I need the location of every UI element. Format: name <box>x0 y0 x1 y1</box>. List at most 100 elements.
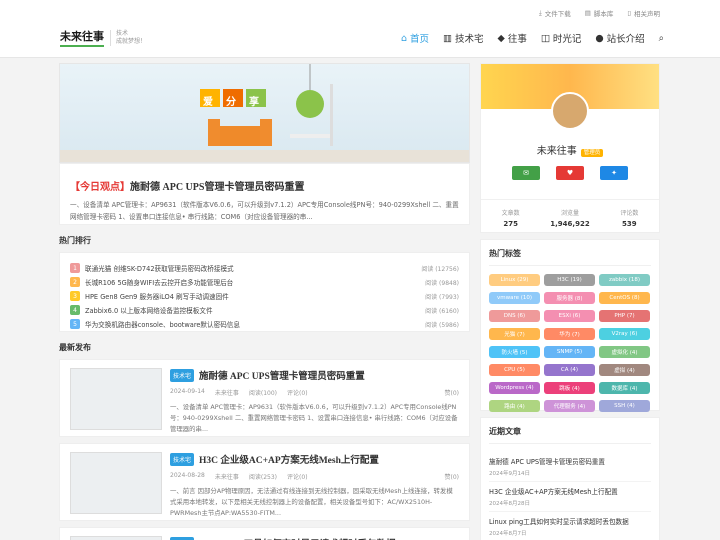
recent-item[interactable]: Linux ping工具如何实时显示请求超时丢包数据 2024年8月7日 <box>489 512 651 540</box>
profile-card: 未来往事 管理员 ✉ ♥ ✦ 文章数 275 浏览量 1,946,922 评论数 539 <box>480 63 660 233</box>
latest-posts: 技术宅 施耐德 APC UPS管理卡管理员密码重置 2024-09-14 未来往事阅… <box>59 359 470 540</box>
tag-chip[interactable]: CentOS (8) <box>599 292 650 304</box>
tag-chip[interactable]: Wordpress (4) <box>489 382 540 394</box>
nav-tech[interactable]: ▥ 技术宅 <box>443 31 484 46</box>
top-bar: ⤓ 文件下载 ▤ 脚本库 ▯ 相关声明 未来往事 技术 成就梦想！ ⌂ 首页 ▥ 技术宅 ◆… <box>0 0 720 58</box>
post-date: 2024-08-28 <box>170 472 205 479</box>
recent-item-title: Linux ping工具如何实时显示请求超时丢包数据 <box>489 518 629 526</box>
hot-item-title: Zabbix6.0 以上版本网络设备监控模板文件 <box>85 307 213 315</box>
top-links: ⤓ 文件下载 ▤ 脚本库 ▯ 相关声明 <box>538 8 660 19</box>
tag-chip[interactable]: zabbix (18) <box>599 274 650 286</box>
post-date: 2024-09-14 <box>170 388 205 395</box>
top-link-scripts[interactable]: ▤ 脚本库 <box>585 8 614 18</box>
tag-chip[interactable]: 防火墙 (5) <box>489 346 540 358</box>
tag-chip[interactable]: vmware (10) <box>489 292 540 304</box>
post-category-badge[interactable]: 技术宅 <box>170 452 195 466</box>
nav-home[interactable]: ⌂ 首页 <box>400 31 429 46</box>
post-thumbnail[interactable] <box>70 452 162 514</box>
banner-image[interactable]: 爱 分 享 <box>59 63 470 163</box>
banner-char-1: 爱 <box>203 97 213 108</box>
recent-item[interactable]: H3C 企业级AC+AP方案无线Mesh上行配置 2024年8月28日 <box>489 482 651 512</box>
logo-text: 未来往事 <box>60 28 104 47</box>
hot-section-title: 热门排行 <box>59 236 91 245</box>
main-nav: ⌂ 首页 ▥ 技术宅 ◆ 往事 ◫ 时光记 ● 站长介绍 ⌕ <box>400 31 664 46</box>
post-category-badge[interactable]: 技术宅 <box>170 536 195 540</box>
today-title[interactable]: 【今日观点】施耐德 APC UPS管理卡管理员密码重置 <box>70 178 459 193</box>
search-icon[interactable]: ⌕ <box>659 31 664 45</box>
tag-chip[interactable]: 华为 (7) <box>544 328 595 340</box>
wechat-button[interactable]: ✉ <box>512 166 540 180</box>
hot-item[interactable]: 4 Zabbix6.0 以上版本网络设备监控模板文件 阅读 (6160) <box>70 303 459 317</box>
recent-item-date: 2024年9月14日 <box>489 471 530 477</box>
post-title[interactable]: Linux ping工具如何实时显示请求超时丢包数据 <box>199 536 396 540</box>
download-icon: ⤓ <box>538 8 542 17</box>
banner-char-3: 享 <box>249 97 259 108</box>
hot-item-title: HPE Gen8 Gen9 服务器iLO4 刷写手动调速固件 <box>85 293 229 301</box>
tag-chip[interactable]: 服务器 (8) <box>544 292 595 304</box>
recent-item-title: H3C 企业级AC+AP方案无线Mesh上行配置 <box>489 488 618 496</box>
post-meta: 2024-09-14 未来往事 阅读(100) 评论(0) 赞(0) <box>170 388 459 397</box>
hot-item[interactable]: 3 HPE Gen8 Gen9 服务器iLO4 刷写手动调速固件 阅读 (7993) <box>70 289 459 303</box>
top-link-download[interactable]: ⤓ 文件下载 <box>538 8 571 19</box>
post-likes[interactable]: 赞(0) <box>445 388 460 397</box>
post-author[interactable]: 未来往事 <box>215 388 239 397</box>
hot-item[interactable]: 1 联通光猫 创维SK-D742获取管理员密码改桥接模式 阅读 (12756) <box>70 261 459 275</box>
tag-chip[interactable]: H3C (19) <box>544 274 595 286</box>
rank-badge: 1 <box>70 263 80 273</box>
rank-badge: 3 <box>70 291 80 301</box>
columns-icon: ◫ <box>540 32 550 44</box>
tag-chip[interactable]: 虚拟化 (4) <box>599 346 650 358</box>
tag-chip[interactable]: PHP (7) <box>599 310 650 322</box>
stat-posts: 文章数 275 <box>501 210 520 228</box>
tag-chip[interactable]: CPU (5) <box>489 364 540 376</box>
post-category-badge[interactable]: 技术宅 <box>170 368 195 382</box>
profile-name: 未来往事 管理员 <box>481 142 659 157</box>
tag-chip[interactable]: SNMP (5) <box>544 346 595 358</box>
tag-chip[interactable]: ESXi (6) <box>544 310 595 322</box>
top-link-statement[interactable]: ▯ 相关声明 <box>627 8 660 18</box>
tag-chip[interactable]: Linux (29) <box>489 274 540 286</box>
post-thumbnail[interactable] <box>70 536 162 540</box>
hot-item[interactable]: 2 长城R106 5G随身WIFI去云控开启多功能管理后台 阅读 (9848) <box>70 275 459 289</box>
post-author[interactable]: 未来往事 <box>215 472 239 481</box>
main-column: 爱 分 享 【今日观点】施耐德 APC UPS管理卡管理员密码重置 一、设备清单… <box>59 63 470 540</box>
tag-chip[interactable]: 代理服务 (4) <box>544 400 595 412</box>
post-title[interactable]: H3C 企业级AC+AP方案无线Mesh上行配置 <box>199 452 379 466</box>
tag-chip[interactable]: 光猫 (7) <box>489 328 540 340</box>
recent-item[interactable]: 施耐德 APC UPS管理卡管理员密码重置 2024年9月14日 <box>489 452 651 482</box>
hot-item[interactable]: 5 华为交换机路由器console、bootware默认密码信息 阅读 (5986) <box>70 317 459 331</box>
tag-chip[interactable]: DNS (6) <box>489 310 540 322</box>
nav-about[interactable]: ● 站长介绍 <box>595 31 644 46</box>
tag-chip[interactable]: CA (4) <box>544 364 595 376</box>
tag-chip[interactable]: 跳板 (4) <box>544 382 595 394</box>
nav-past[interactable]: ◆ 往事 <box>498 31 527 46</box>
post-title[interactable]: 施耐德 APC UPS管理卡管理员密码重置 <box>199 368 365 382</box>
post-card: 技术宅 H3C 企业级AC+AP方案无线Mesh上行配置 2024-08-28 未来… <box>59 443 470 521</box>
weibo-button[interactable]: ✦ <box>600 166 628 180</box>
avatar[interactable] <box>551 92 589 130</box>
post-likes[interactable]: 赞(0) <box>445 472 460 481</box>
tag-chip[interactable]: 虚拟 (4) <box>599 364 650 376</box>
post-meta: 2024-08-28 未来往事 阅读(253) 评论(0) 赞(0) <box>170 472 459 481</box>
site-logo[interactable]: 未来往事 技术 成就梦想！ <box>60 28 146 47</box>
sidebar: 未来往事 管理员 ✉ ♥ ✦ 文章数 275 浏览量 1,946,922 评论数 539… <box>480 63 660 540</box>
post-card: 技术宅 Linux ping工具如何实时显示请求超时丢包数据 <box>59 527 470 540</box>
hot-item-title: 华为交换机路由器console、bootware默认密码信息 <box>85 321 240 329</box>
banner-char-2: 分 <box>226 97 236 108</box>
hot-item-title: 长城R106 5G随身WIFI去云控开启多功能管理后台 <box>85 279 234 287</box>
post-comments[interactable]: 评论(0) <box>287 472 308 481</box>
recent-item-title: 施耐德 APC UPS管理卡管理员密码重置 <box>489 458 605 466</box>
qq-button[interactable]: ♥ <box>556 166 584 180</box>
tag-chip[interactable]: 数据库 (4) <box>599 382 650 394</box>
nav-timeline[interactable]: ◫ 时光记 <box>540 31 582 46</box>
hot-item-views: 阅读 (7993) <box>425 293 459 301</box>
post-thumbnail[interactable] <box>70 368 162 430</box>
tag-chip[interactable]: 路由 (4) <box>489 400 540 412</box>
tag-chip[interactable]: V2ray (6) <box>599 328 650 340</box>
tag-chip[interactable]: SSH (4) <box>599 400 650 412</box>
logo-slogan: 技术 成就梦想！ <box>110 29 146 46</box>
hot-item-views: 阅读 (5986) <box>425 321 459 329</box>
hot-item-views: 阅读 (6160) <box>425 307 459 315</box>
post-comments[interactable]: 评论(0) <box>287 388 308 397</box>
home-icon: ⌂ <box>400 32 408 44</box>
